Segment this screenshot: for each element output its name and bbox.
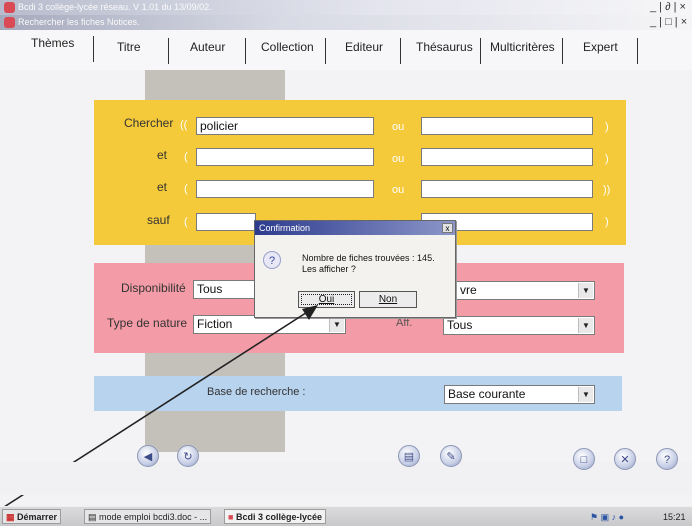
taskbar-item-doc-label: mode emploi bcdi3.doc - ...	[99, 512, 208, 522]
windows-logo-icon: ▦	[6, 512, 15, 522]
cancel-icon[interactable]: ✕	[614, 448, 636, 470]
taskbar-item-bcdi-label: Bcdi 3 collège-lycée	[235, 512, 322, 522]
help-icon[interactable]: ?	[656, 448, 678, 470]
start-label: Démarrer	[17, 512, 58, 522]
open-icon[interactable]: □	[573, 448, 595, 470]
taskbar-item-doc[interactable]: ▤ mode emploi bcdi3.doc - ...	[84, 509, 212, 524]
bcdi-app-icon: ■	[228, 512, 234, 522]
refresh-icon[interactable]: ↻	[177, 445, 199, 467]
clear-icon[interactable]: ✎	[440, 445, 462, 467]
document-icon[interactable]: ▤	[398, 445, 420, 467]
start-button[interactable]: ▦ Démarrer	[2, 509, 62, 524]
taskbar-item-bcdi[interactable]: ■ Bcdi 3 collège-lycée	[224, 509, 326, 524]
annotation-arrow	[3, 305, 318, 508]
clock: 15:21	[663, 512, 686, 522]
word-doc-icon: ▤	[88, 512, 97, 522]
tray-icons: ⚑ ▣ ♪ ●	[590, 512, 625, 522]
back-icon[interactable]: ◀	[137, 445, 159, 467]
